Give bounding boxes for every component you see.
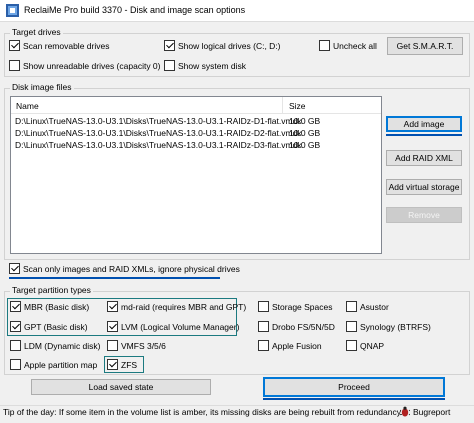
checkbox-box[interactable]: [346, 340, 357, 351]
checkbox-box[interactable]: [10, 340, 21, 351]
uncheck-all-label: Uncheck all: [333, 40, 377, 51]
checkbox-box[interactable]: [107, 321, 118, 332]
apple-partition-map-checkbox[interactable]: Apple partition map: [10, 359, 97, 370]
proceed-button[interactable]: Proceed: [263, 377, 445, 397]
checkbox-box[interactable]: [9, 263, 20, 274]
remove-button[interactable]: Remove: [386, 207, 462, 223]
gpt-label: GPT (Basic disk): [24, 321, 88, 332]
checkbox-box[interactable]: [107, 359, 118, 370]
checkbox-box[interactable]: [258, 301, 269, 312]
proceed-underline: [263, 398, 445, 400]
column-separator[interactable]: [282, 97, 283, 113]
drobo-label: Drobo FS/5N/5D: [272, 321, 335, 332]
image-path: D:\Linux\TrueNAS-13.0-U3.1\Disks\TrueNAS…: [15, 140, 302, 150]
column-name-header[interactable]: Name: [16, 101, 39, 111]
asustor-label: Asustor: [360, 301, 389, 312]
checkbox-box[interactable]: [10, 359, 21, 370]
get-smart-button[interactable]: Get S.M.A.R.T.: [387, 37, 463, 55]
bugreport-label: Bugreport: [413, 406, 451, 417]
image-path: D:\Linux\TrueNAS-13.0-U3.1\Disks\TrueNAS…: [15, 116, 302, 126]
qnap-checkbox[interactable]: QNAP: [346, 340, 384, 351]
image-size: 10.0 GB: [289, 140, 321, 150]
checkbox-box[interactable]: [258, 340, 269, 351]
checkbox-box[interactable]: [346, 321, 357, 332]
asustor-checkbox[interactable]: Asustor: [346, 301, 389, 312]
target-drives-label: Target drives: [10, 27, 63, 37]
checkbox-box[interactable]: [258, 321, 269, 332]
scan-only-images-label: Scan only images and RAID XMLs, ignore p…: [23, 263, 240, 274]
column-size-header[interactable]: Size: [289, 101, 306, 111]
disk-image-list[interactable]: Name Size D:\Linux\TrueNAS-13.0-U3.1\Dis…: [10, 96, 382, 254]
load-saved-state-button[interactable]: Load saved state: [31, 379, 211, 395]
list-item[interactable]: D:\Linux\TrueNAS-13.0-U3.1\Disks\TrueNAS…: [11, 128, 381, 140]
scan-removable-checkbox[interactable]: Scan removable drives: [9, 40, 109, 51]
scan-only-images-checkbox[interactable]: Scan only images and RAID XMLs, ignore p…: [9, 263, 240, 274]
image-path: D:\Linux\TrueNAS-13.0-U3.1\Disks\TrueNAS…: [15, 128, 302, 138]
drobo-checkbox[interactable]: Drobo FS/5N/5D: [258, 321, 335, 332]
disk-image-files-label: Disk image files: [10, 82, 74, 92]
show-system-disk-checkbox[interactable]: Show system disk: [164, 60, 246, 71]
checkbox-box[interactable]: [10, 321, 21, 332]
gpt-checkbox[interactable]: GPT (Basic disk): [10, 321, 88, 332]
add-image-button[interactable]: Add image: [386, 116, 462, 132]
tip-of-the-day: Tip of the day: If some item in the volu…: [3, 407, 403, 417]
md-raid-label: md-raid (requires MBR and GPT): [121, 301, 247, 312]
apple-partition-map-label: Apple partition map: [24, 359, 98, 370]
bugreport-link[interactable]: Bugreport: [400, 406, 450, 417]
list-header: Name Size: [11, 97, 381, 114]
image-size: 10.0 GB: [289, 128, 321, 138]
image-size: 10.0 GB: [289, 116, 321, 126]
storage-spaces-label: Storage Spaces: [272, 301, 333, 312]
window-title: ReclaiMe Pro build 3370 - Disk and image…: [24, 5, 246, 15]
lvm-label: LVM (Logical Volume Manager): [121, 321, 240, 332]
apple-fusion-checkbox[interactable]: Apple Fusion: [258, 340, 322, 351]
list-item[interactable]: D:\Linux\TrueNAS-13.0-U3.1\Disks\TrueNAS…: [11, 140, 381, 152]
checkbox-box[interactable]: [164, 40, 175, 51]
scan-removable-label: Scan removable drives: [23, 40, 110, 51]
show-system-disk-label: Show system disk: [178, 60, 247, 71]
ldm-checkbox[interactable]: LDM (Dynamic disk): [10, 340, 101, 351]
add-raid-xml-button[interactable]: Add RAID XML: [386, 150, 462, 166]
ldm-label: LDM (Dynamic disk): [24, 340, 101, 351]
scan-only-images-underline: [9, 277, 220, 279]
md-raid-checkbox[interactable]: md-raid (requires MBR and GPT): [107, 301, 246, 312]
show-unreadable-checkbox[interactable]: Show unreadable drives (capacity 0): [9, 60, 161, 71]
checkbox-box[interactable]: [319, 40, 330, 51]
checkbox-box[interactable]: [9, 40, 20, 51]
show-logical-drives-label: Show logical drives (C:, D:): [178, 40, 281, 51]
checkbox-box[interactable]: [164, 60, 175, 71]
add-image-underline: [386, 134, 462, 136]
zfs-label: ZFS: [121, 359, 138, 370]
checkbox-box[interactable]: [107, 340, 118, 351]
partition-types-label: Target partition types: [10, 285, 93, 295]
list-item[interactable]: D:\Linux\TrueNAS-13.0-U3.1\Disks\TrueNAS…: [11, 116, 381, 128]
storage-spaces-checkbox[interactable]: Storage Spaces: [258, 301, 332, 312]
qnap-label: QNAP: [360, 340, 385, 351]
zfs-checkbox[interactable]: ZFS: [107, 359, 137, 370]
mbr-checkbox[interactable]: MBR (Basic disk): [10, 301, 89, 312]
checkbox-box[interactable]: [107, 301, 118, 312]
lvm-checkbox[interactable]: LVM (Logical Volume Manager): [107, 321, 239, 332]
show-logical-drives-checkbox[interactable]: Show logical drives (C:, D:): [164, 40, 281, 51]
mbr-label: MBR (Basic disk): [24, 301, 90, 312]
checkbox-box[interactable]: [10, 301, 21, 312]
app-icon: [6, 4, 19, 17]
uncheck-all-checkbox[interactable]: Uncheck all: [319, 40, 377, 51]
apple-fusion-label: Apple Fusion: [272, 340, 322, 351]
bug-icon: [400, 406, 410, 417]
vmfs-label: VMFS 3/5/6: [121, 340, 166, 351]
vmfs-checkbox[interactable]: VMFS 3/5/6: [107, 340, 166, 351]
checkbox-box[interactable]: [9, 60, 20, 71]
synology-label: Synology (BTRFS): [360, 321, 431, 332]
synology-checkbox[interactable]: Synology (BTRFS): [346, 321, 431, 332]
show-unreadable-label: Show unreadable drives (capacity 0): [23, 60, 161, 71]
add-virtual-storage-button[interactable]: Add virtual storage: [386, 179, 462, 195]
checkbox-box[interactable]: [346, 301, 357, 312]
